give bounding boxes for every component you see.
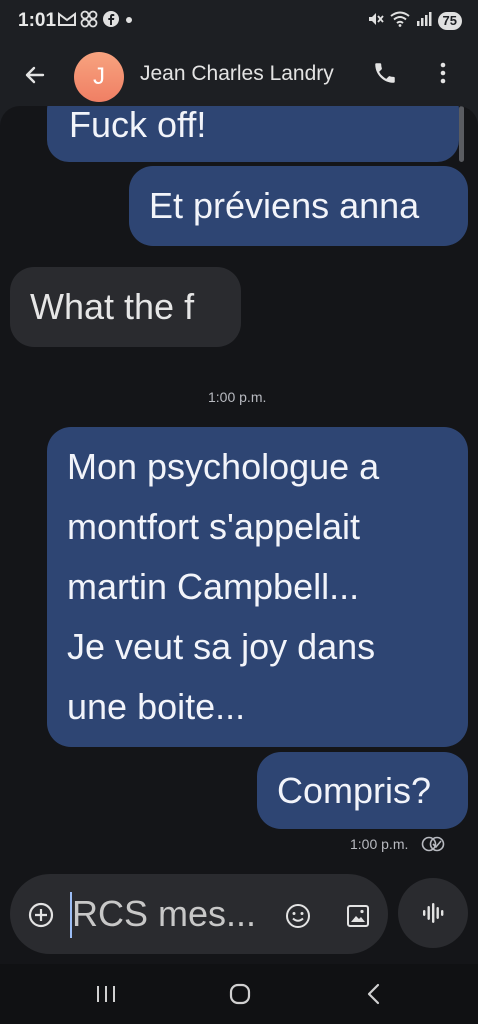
call-button[interactable] <box>370 58 400 88</box>
recents-icon <box>97 986 115 1002</box>
message-timestamp: 1:00 p.m. <box>208 389 267 405</box>
system-nav-bar <box>0 964 478 1024</box>
emoji-button[interactable] <box>284 902 312 930</box>
system-icons: 75 <box>366 9 462 33</box>
home-button[interactable] <box>228 982 252 1006</box>
home-icon <box>229 983 251 1005</box>
message-line: Je veut sa joy dans <box>67 626 376 667</box>
facebook-icon <box>102 10 120 33</box>
message-bubble-outgoing[interactable]: Et préviens anna <box>129 166 468 246</box>
message-list[interactable]: Fuck off! Et préviens anna What the f 1:… <box>0 106 478 964</box>
back-button[interactable] <box>20 60 50 90</box>
recents-button[interactable] <box>94 982 118 1006</box>
voice-message-button[interactable] <box>398 878 468 948</box>
message-timestamp: 1:00 p.m. <box>350 836 409 852</box>
status-bar: 1:01 75 <box>0 0 478 44</box>
image-icon <box>347 905 369 927</box>
arrow-left-icon <box>25 66 45 84</box>
message-bubble-outgoing[interactable]: Fuck off! <box>47 106 459 162</box>
message-line: Mon psychologue a <box>67 446 380 487</box>
read-receipt-icon <box>421 836 445 852</box>
scrollbar[interactable] <box>459 106 464 162</box>
dot-icon <box>124 12 134 30</box>
add-circle-icon <box>28 902 54 928</box>
compose-bar: RCS mes... <box>10 874 388 954</box>
messaging-screen: 1:01 75 J Jean Charles Landry Fuck off! … <box>0 0 478 1024</box>
signal-icon <box>416 11 432 32</box>
more-vert-icon <box>440 62 446 84</box>
message-input[interactable]: RCS mes... <box>72 890 256 938</box>
more-options-button[interactable] <box>428 58 458 88</box>
mute-icon <box>366 10 384 33</box>
battery-indicator: 75 <box>437 12 462 30</box>
status-time: 1:01 <box>18 10 57 31</box>
message-bubble-outgoing[interactable]: Mon psychologue a montfort s'appelait ma… <box>47 427 468 747</box>
message-bubble-outgoing[interactable]: Compris? <box>257 752 468 829</box>
pinwheel-icon <box>80 10 98 33</box>
wifi-icon <box>389 11 410 32</box>
chevron-left-icon <box>367 983 380 1005</box>
phone-icon <box>375 63 395 83</box>
message-line: montfort s'appelait <box>67 506 361 547</box>
nav-back-button[interactable] <box>362 982 386 1006</box>
message-bubble-incoming[interactable]: What the f <box>10 267 241 347</box>
gallery-button[interactable] <box>344 902 372 930</box>
attach-button[interactable] <box>26 900 56 930</box>
notification-icons <box>58 9 134 33</box>
gmail-icon <box>58 11 76 31</box>
message-line: une boite... <box>67 686 246 727</box>
contact-name[interactable]: Jean Charles Landry <box>140 62 334 86</box>
waveform-icon <box>423 903 444 923</box>
message-line: martin Campbell... <box>67 566 360 607</box>
conversation-header: J Jean Charles Landry <box>0 44 478 106</box>
avatar[interactable]: J <box>74 52 124 102</box>
emoji-icon <box>286 904 310 928</box>
